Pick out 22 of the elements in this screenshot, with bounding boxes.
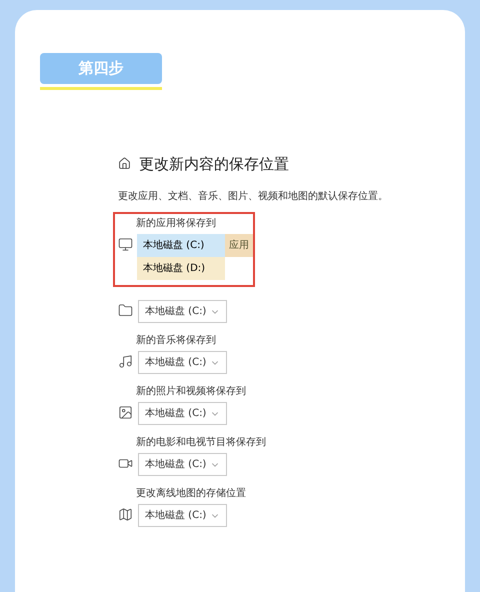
monitor-icon <box>118 237 133 252</box>
drive-dropdown[interactable]: 本地磁盘 (C:) <box>138 402 228 425</box>
drive-dropdown[interactable]: 本地磁盘 (C:) <box>138 351 228 374</box>
page-title: 更改新内容的保存位置 <box>139 154 289 174</box>
section-label: 更改离线地图的存储位置 <box>135 489 247 499</box>
description: 更改应用、文档、音乐、图片、视频和地图的默认保存位置。 <box>118 190 389 204</box>
drive-dropdown[interactable]: 本地磁盘 (C:) <box>138 300 228 323</box>
section-label: 新的照片和视频将保存到 <box>135 387 247 397</box>
section-label: 新的应用将保存到 <box>135 219 217 229</box>
section-label: 新的音乐将保存到 <box>135 336 217 346</box>
step-badge: 第四步 <box>40 53 162 84</box>
image-icon <box>118 405 134 420</box>
drive-dropdown[interactable]: 本地磁盘 (C:) <box>138 453 228 476</box>
app-tag: 应用 <box>225 234 253 257</box>
dropdown-option[interactable]: 本地磁盘 (C:) <box>137 234 225 257</box>
home-icon <box>118 157 131 170</box>
dropdown-option[interactable]: 本地磁盘 (D:) <box>137 257 225 280</box>
map-icon <box>118 507 134 522</box>
section-label: 新的电影和电视节目将保存到 <box>135 438 267 448</box>
drive-dropdown[interactable]: 本地磁盘 (C:) <box>138 504 228 527</box>
music-note-icon <box>118 354 134 369</box>
folder-icon <box>118 303 134 318</box>
